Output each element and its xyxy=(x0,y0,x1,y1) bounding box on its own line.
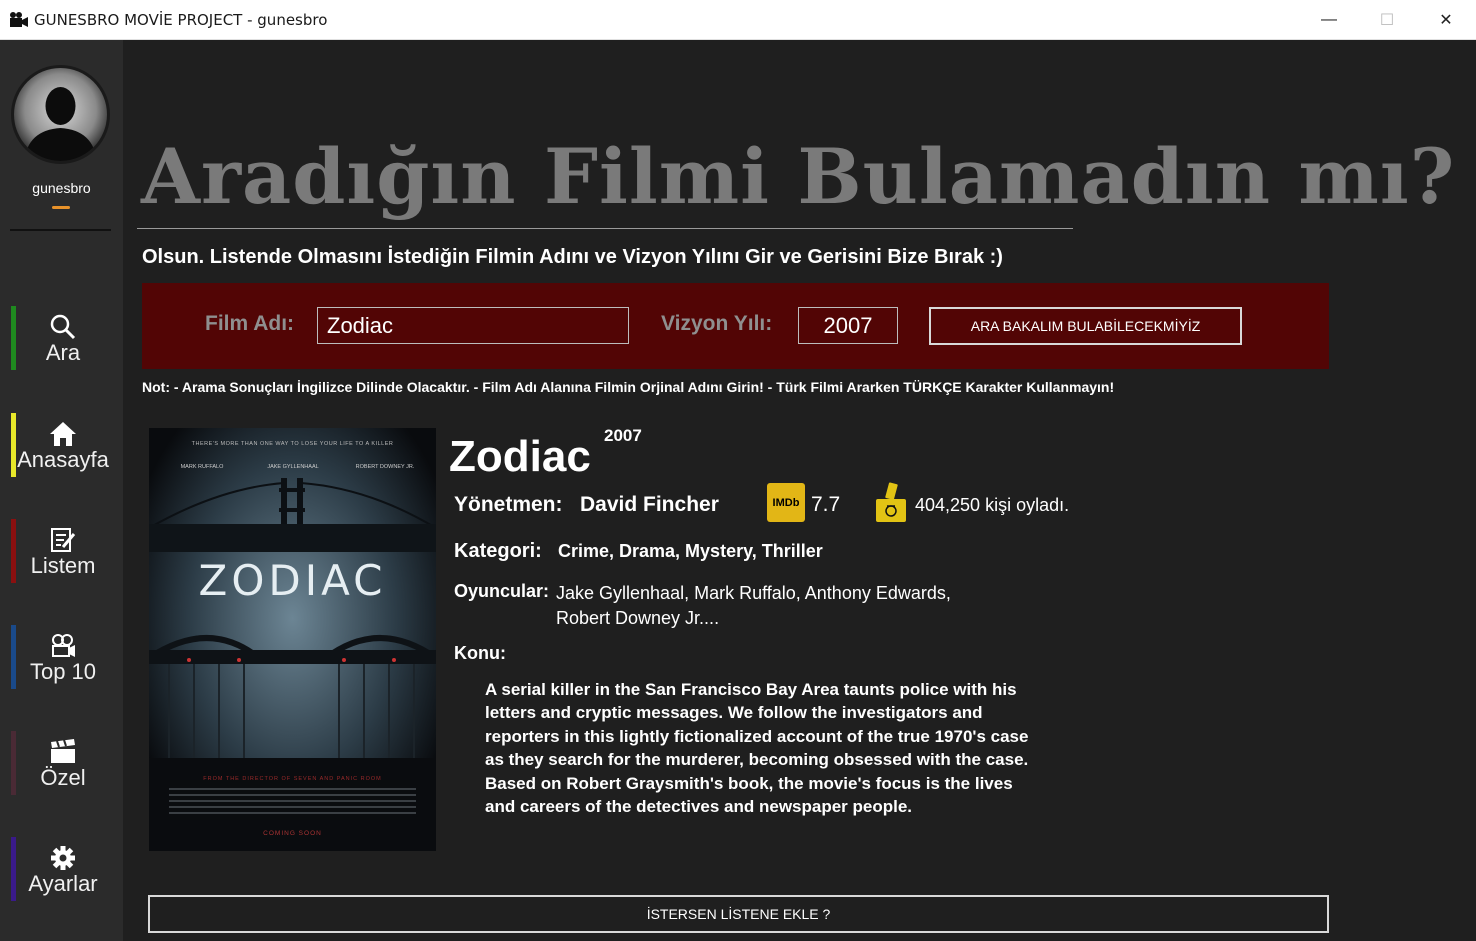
window-title: GUNESBRO MOVİE PROJECT - gunesbro xyxy=(34,11,328,29)
plot-text: A serial killer in the San Francisco Bay… xyxy=(485,680,1029,817)
release-year-input[interactable] xyxy=(798,307,898,344)
main-content: Aradığın Filmi Bulamadın mı? Olsun. List… xyxy=(123,40,1476,941)
user-silhouette-icon xyxy=(14,68,107,161)
sidebar-item-anasayfa[interactable]: Anasayfa xyxy=(0,413,123,477)
movie-camera-icon xyxy=(10,12,28,27)
sidebar-item-ozel[interactable]: Özel xyxy=(0,731,123,795)
username-label: gunesbro xyxy=(32,180,91,196)
director-value: David Fincher xyxy=(580,493,719,516)
search-icon xyxy=(50,314,76,340)
sidebar-item-label: Top 10 xyxy=(29,659,97,684)
close-icon: ✕ xyxy=(1439,12,1453,29)
plot-label: Konu: xyxy=(454,643,506,663)
film-name-input[interactable] xyxy=(317,307,629,344)
cast-value: Jake Gyllenhaal, Mark Ruffalo, Anthony E… xyxy=(556,583,951,628)
username-accent-line xyxy=(52,206,70,209)
projector-icon xyxy=(52,634,75,657)
poster-tagline: THERE'S MORE THAN ONE WAY TO LOSE YOUR L… xyxy=(191,441,394,447)
page-subtitle: Olsun. Listende Olmasını İstediğin Filmi… xyxy=(142,246,1003,268)
list-edit-icon xyxy=(51,528,76,552)
sidebar-item-top10[interactable]: Top 10 xyxy=(0,625,123,689)
sidebar-divider xyxy=(10,229,111,231)
avatar[interactable] xyxy=(11,65,110,164)
poster-title: ZODIAC xyxy=(198,556,387,605)
poster-artwork xyxy=(149,428,436,851)
sidebar-item-label: Listem xyxy=(30,553,96,578)
poster-actor: ROBERT DOWNEY JR. xyxy=(355,464,415,470)
sidebar: gunesbro Ara Anasayfa Listem Top 10 Özel… xyxy=(0,40,123,941)
imdb-badge-text: IMDb xyxy=(772,496,800,509)
category-value: Crime, Drama, Mystery, Thriller xyxy=(558,541,823,561)
sidebar-item-label: Ara xyxy=(45,340,81,365)
poster-actor: JAKE GYLLENHAAL xyxy=(267,464,319,470)
category-label: Kategori: xyxy=(454,540,542,562)
ballot-box-icon xyxy=(876,482,906,522)
sidebar-item-listem[interactable]: Listem xyxy=(0,519,123,583)
poster-credit-line: FROM THE DIRECTOR OF SEVEN AND PANIC ROO… xyxy=(203,776,382,782)
movie-poster: THERE'S MORE THAN ONE WAY TO LOSE YOUR L… xyxy=(149,428,436,851)
search-note: Not: - Arama Sonuçları İngilizce Dilinde… xyxy=(142,379,1115,395)
sidebar-item-label: Ayarlar xyxy=(28,871,98,896)
imdb-rating: 7.7 xyxy=(811,493,841,516)
minimize-button[interactable]: — xyxy=(1300,0,1358,40)
page-title: Aradığın Filmi Bulamadın mı? xyxy=(141,132,1456,221)
director-label: Yönetmen: xyxy=(454,493,563,516)
movie-title: Zodiac xyxy=(449,432,591,481)
clapperboard-icon xyxy=(51,739,75,763)
maximize-icon: ☐ xyxy=(1379,12,1395,29)
sidebar-item-label: Anasayfa xyxy=(17,447,109,472)
add-to-list-button[interactable]: İSTERSEN LİSTENE EKLE ? xyxy=(148,895,1329,933)
movie-year: 2007 xyxy=(604,426,642,445)
imdb-icon: IMDb xyxy=(767,483,805,522)
sidebar-item-ayarlar[interactable]: Ayarlar xyxy=(0,837,123,901)
cast-label: Oyuncular: xyxy=(454,581,550,601)
film-name-label: Film Adı: xyxy=(205,312,295,335)
app-window: GUNESBRO MOVİE PROJECT - gunesbro — ☐ ✕ … xyxy=(0,0,1476,941)
sidebar-item-ara[interactable]: Ara xyxy=(0,306,123,370)
close-button[interactable]: ✕ xyxy=(1417,0,1475,40)
poster-actor: MARK RUFFALO xyxy=(180,464,224,470)
maximize-button[interactable]: ☐ xyxy=(1358,0,1416,40)
title-divider xyxy=(137,228,1073,229)
minimize-icon: — xyxy=(1321,11,1337,28)
home-icon xyxy=(50,422,76,446)
release-year-label: Vizyon Yılı: xyxy=(661,312,773,335)
gear-icon xyxy=(51,846,75,870)
title-bar: GUNESBRO MOVİE PROJECT - gunesbro — ☐ ✕ xyxy=(0,0,1476,40)
search-button[interactable]: ARA BAKALIM BULABİLECEKMİYİZ xyxy=(929,307,1242,345)
sidebar-item-label: Özel xyxy=(40,765,86,790)
vote-count: 404,250 kişi oyladı. xyxy=(915,495,1070,515)
poster-coming-soon: COMING SOON xyxy=(263,830,322,837)
search-panel: Film Adı: Vizyon Yılı: ARA BAKALIM BULAB… xyxy=(142,283,1329,369)
